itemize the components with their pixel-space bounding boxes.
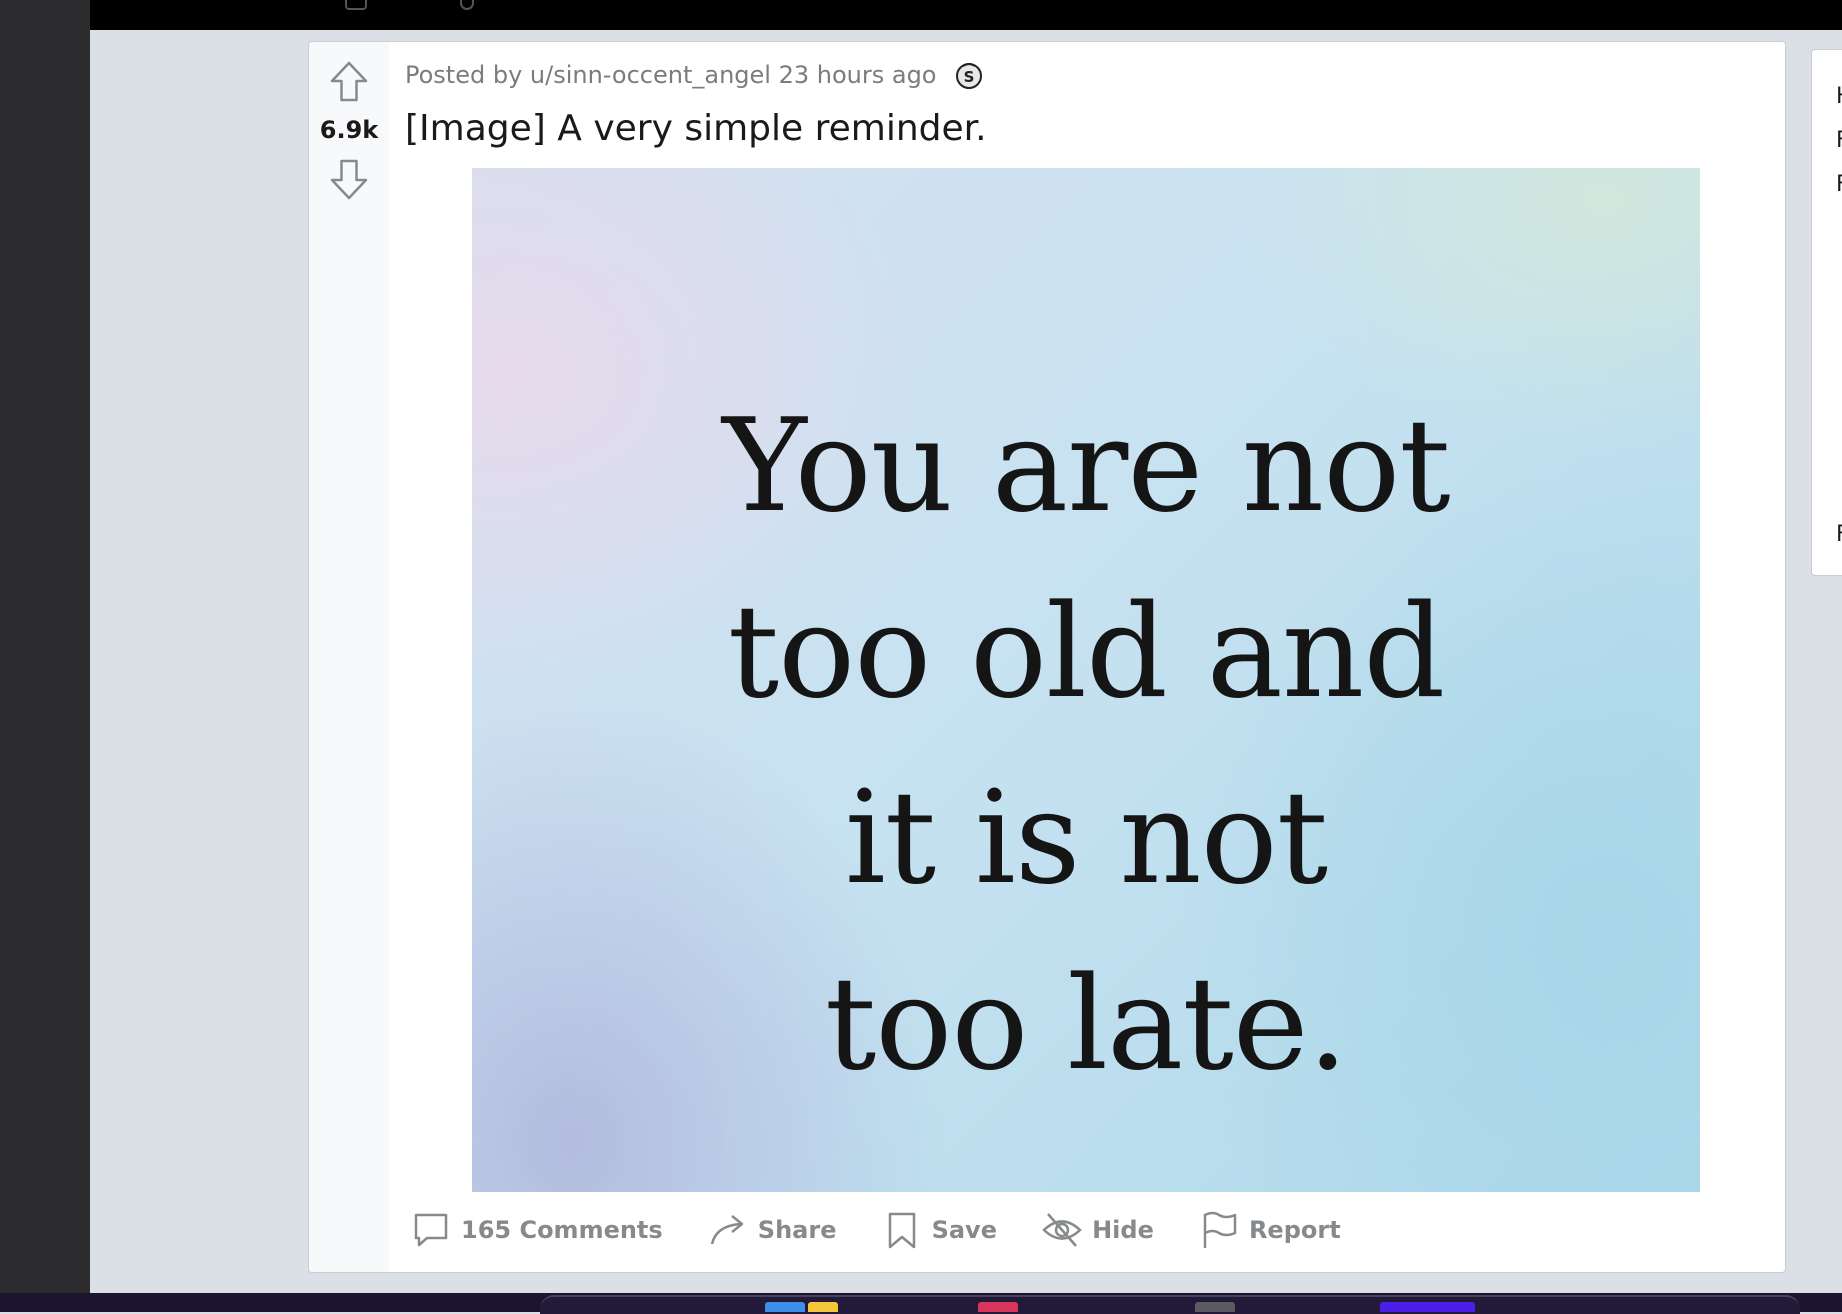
downvote-button[interactable] — [328, 157, 370, 201]
sidebar-card: H F F F — [1811, 49, 1842, 576]
share-label: Share — [757, 1216, 837, 1244]
sidebar-text-fragment: F — [1836, 172, 1842, 197]
quote-line: it is not — [844, 764, 1328, 913]
upvote-arrow-icon — [330, 61, 368, 102]
svg-text:S: S — [964, 68, 975, 86]
vote-score: 6.9k — [319, 116, 379, 144]
dock-app-icon[interactable] — [765, 1302, 805, 1312]
share-icon — [708, 1210, 748, 1250]
comments-label: 165 Comments — [461, 1216, 663, 1244]
header-icon-fragment — [345, 0, 367, 10]
dock-app-icon[interactable] — [1195, 1302, 1235, 1312]
quote-line: too old and — [727, 578, 1446, 727]
upvote-button[interactable] — [328, 60, 370, 104]
save-button[interactable]: Save — [882, 1210, 997, 1250]
flag-icon — [1199, 1210, 1239, 1250]
hide-button[interactable]: Hide — [1042, 1210, 1154, 1250]
dock-app-icon[interactable] — [1380, 1302, 1475, 1312]
sidebar-text-fragment: F — [1836, 522, 1842, 547]
post-action-bar: 165 Comments Share Save Hide Report — [411, 1210, 1381, 1254]
post-image[interactable]: You are not too old and it is not too la… — [472, 168, 1700, 1192]
comments-button[interactable]: 165 Comments — [411, 1210, 663, 1250]
image-quote-text: You are not too old and it is not too la… — [472, 374, 1700, 1118]
bookmark-icon — [882, 1210, 922, 1250]
eye-slash-icon — [1042, 1210, 1082, 1250]
post-meta: Posted by u/sinn-occent_angel 23 hours a… — [405, 60, 984, 90]
save-label: Save — [931, 1216, 997, 1244]
post-meta-text: Posted by u/sinn-occent_angel 23 hours a… — [405, 61, 937, 89]
quote-line: You are not — [722, 392, 1450, 541]
header-icon-fragment — [460, 0, 474, 10]
share-button[interactable]: Share — [708, 1210, 837, 1250]
quote-line: too late. — [824, 950, 1348, 1099]
silver-award-icon[interactable]: S — [954, 60, 984, 90]
report-button[interactable]: Report — [1199, 1210, 1341, 1250]
comment-icon — [411, 1210, 451, 1250]
dock-app-icon[interactable] — [808, 1302, 838, 1312]
post-title[interactable]: [Image] A very simple reminder. — [405, 108, 987, 149]
sidebar-text-fragment: H — [1836, 84, 1842, 109]
dock-shelf — [540, 1295, 1800, 1314]
os-left-panel — [0, 0, 90, 1312]
top-header-bar — [90, 0, 1842, 30]
dock-app-icon[interactable] — [978, 1302, 1018, 1312]
report-label: Report — [1248, 1216, 1341, 1244]
downvote-arrow-icon — [330, 159, 368, 200]
hide-label: Hide — [1092, 1216, 1154, 1244]
post-card[interactable]: 6.9k Posted by u/sinn-occent_angel 23 ho… — [308, 41, 1786, 1273]
vote-column: 6.9k — [309, 42, 389, 1272]
sidebar-text-fragment: F — [1836, 128, 1842, 153]
